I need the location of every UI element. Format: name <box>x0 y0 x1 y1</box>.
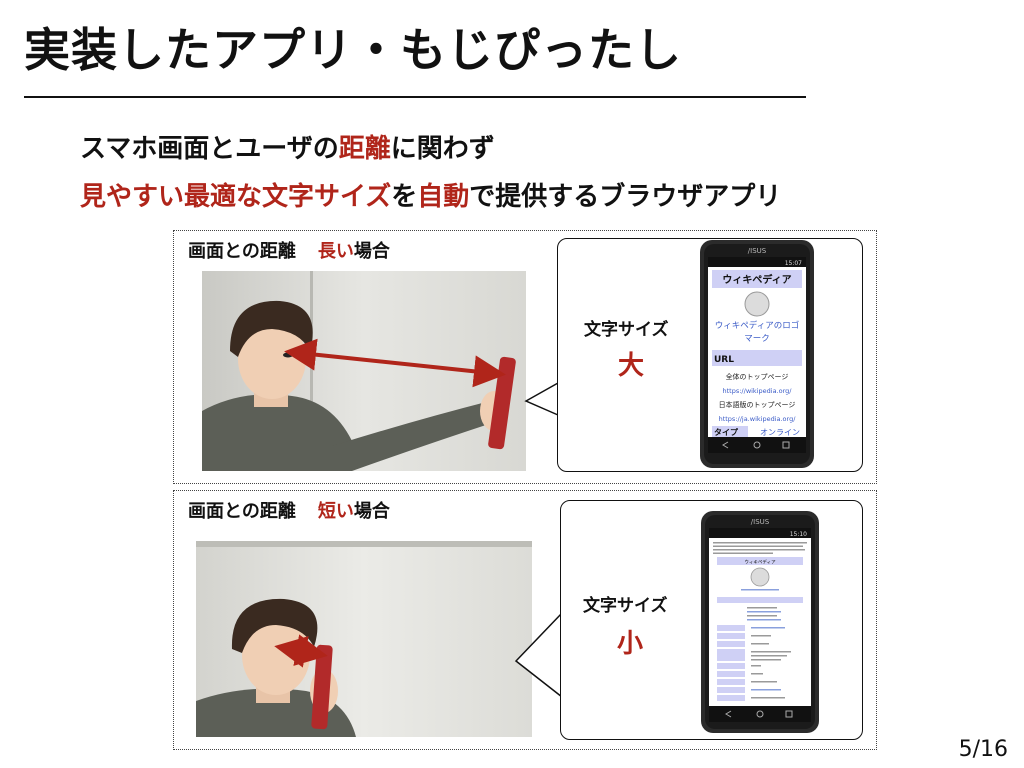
panel-long-caption: 画面との距離 長い場合 <box>188 237 390 263</box>
panel-short-caption-highlight: 短い <box>317 501 354 522</box>
slide-title: 実装したアプリ・もじぴったし <box>24 23 682 77</box>
bubble-long-tail <box>524 382 559 416</box>
phone-long-link-1[interactable]: https://wikipedia.org/ <box>723 387 793 395</box>
subtitle-2-highlight-1: 見やすい最適な文字サイズ <box>80 182 392 212</box>
phone-short-brand: /ISUS <box>751 518 770 526</box>
phone-long-brand: /ISUS <box>748 247 767 255</box>
subtitle-1-part-2: に関わず <box>390 134 495 164</box>
title-underline <box>24 96 806 98</box>
phone-short-time: 15:10 <box>790 531 807 538</box>
bubble-long: 文字サイズ 大 /ISUS 15:07 ウィキペディア ウィキペディアのロゴ マ… <box>557 238 863 472</box>
phone-long-time: 15:07 <box>785 260 802 267</box>
wikipedia-globe-small-icon <box>750 567 770 587</box>
panel-short-caption-suffix: 場合 <box>353 501 390 522</box>
phone-long-row-type: タイプ <box>714 427 739 437</box>
photo-short-distance <box>196 541 532 737</box>
size-value-small: 小 <box>617 629 644 659</box>
phone-long-row-type-value: オンライン <box>760 428 800 437</box>
panel-long-caption-text: 画面との距離 <box>188 241 296 262</box>
phone-long-header: ウィキペディア <box>722 273 791 286</box>
size-value-large: 大 <box>618 351 645 381</box>
size-label-short: 文字サイズ <box>583 596 668 616</box>
phone-long-logo-caption-2: マーク <box>744 334 770 344</box>
subtitle-line-1: スマホ画面とユーザの距離に関わず <box>80 128 495 165</box>
subtitle-2-highlight-2: 自動 <box>417 182 470 212</box>
phone-long-logo-caption-1: ウィキペディアのロゴ <box>715 320 799 331</box>
page-number: 5/16 <box>958 737 1008 762</box>
panel-long-caption-highlight: 長い <box>317 241 354 262</box>
phone-small-text: /ISUS 15:10 ウィキペディア <box>701 511 819 733</box>
subtitle-1-part-1: スマホ画面とユーザの <box>80 134 339 164</box>
subtitle-2-part-1: を <box>391 182 418 212</box>
panel-short-distance: 画面との距離 短い場合 文字サイズ 小 /ISUS 15:10 ウィキペディア <box>173 490 877 750</box>
phone-short-header: ウィキペディア <box>744 559 776 566</box>
bubble-short: 文字サイズ 小 /ISUS 15:10 ウィキペディア <box>560 500 863 740</box>
phone-long-link-2[interactable]: https://ja.wikipedia.org/ <box>719 415 797 423</box>
size-label-long: 文字サイズ <box>584 320 669 340</box>
subtitle-1-highlight: 距離 <box>338 134 391 164</box>
panel-long-distance: 画面との距離 長い場合 文字サイズ 大 /ISUS 15:07 ウィキペディア … <box>173 230 877 484</box>
panel-short-caption-text: 画面との距離 <box>188 501 296 522</box>
panel-short-caption: 画面との距離 短い場合 <box>188 497 390 523</box>
panel-long-caption-suffix: 場合 <box>353 241 390 262</box>
phone-large-text: /ISUS 15:07 ウィキペディア ウィキペディアのロゴ マーク URL 全… <box>700 240 814 468</box>
photo-long-distance <box>202 271 526 471</box>
subtitle-line-2: 見やすい最適な文字サイズを自動で提供するブラウザアプリ <box>80 176 781 213</box>
bubble-short-tail <box>514 612 563 698</box>
subtitle-2-part-2: で提供するブラウザアプリ <box>469 182 782 212</box>
phone-long-row-2: 日本語版のトップページ <box>719 400 796 409</box>
wikipedia-globe-icon <box>744 291 770 317</box>
phone-long-row-1: 全体のトップページ <box>726 372 789 381</box>
phone-long-section-url: URL <box>714 355 734 365</box>
